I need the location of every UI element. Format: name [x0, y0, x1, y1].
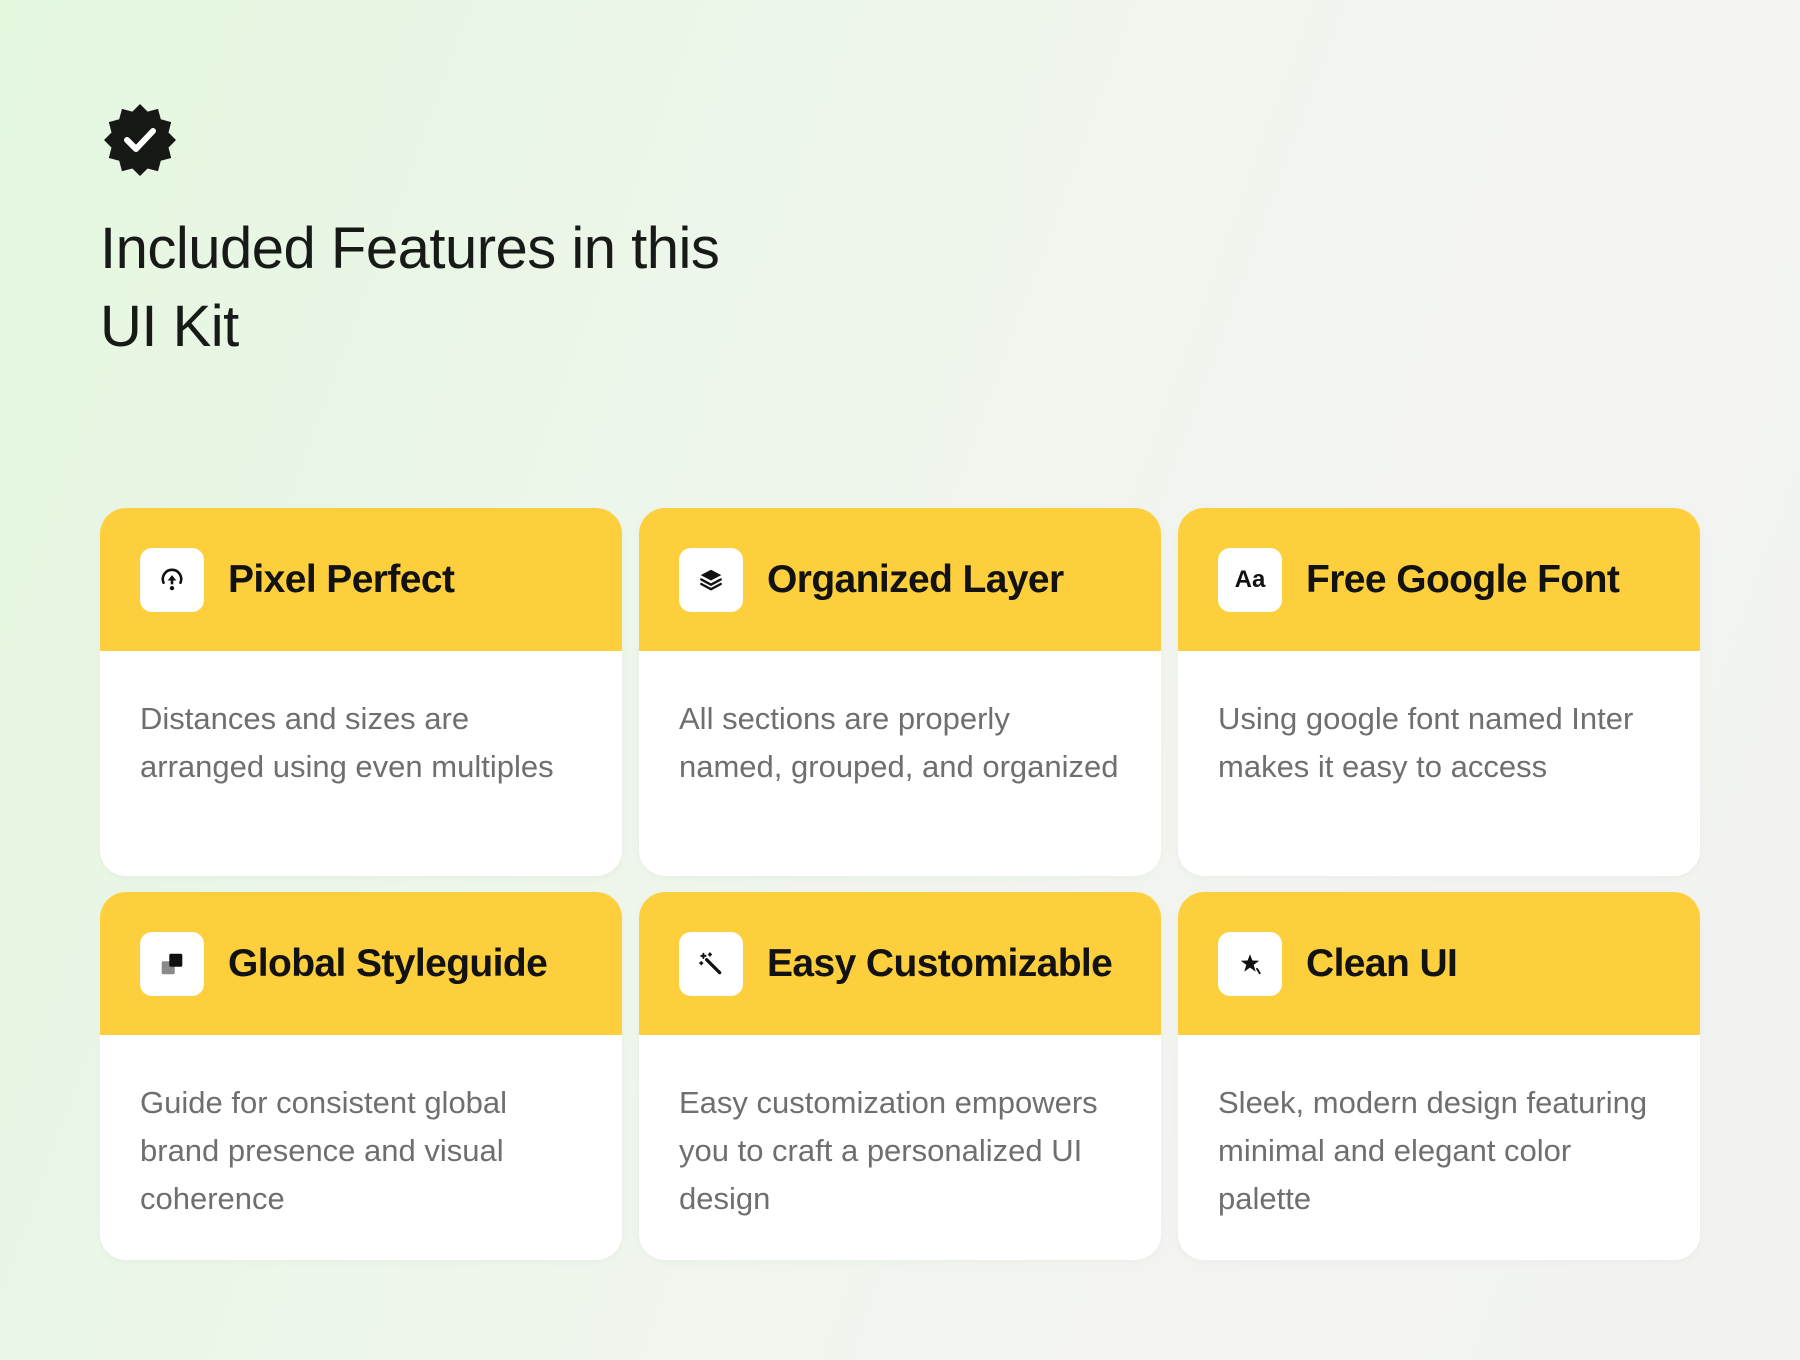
feature-title: Clean UI — [1306, 941, 1458, 985]
feature-title: Organized Layer — [767, 557, 1064, 601]
feature-icon-box — [140, 547, 204, 612]
features-grid: Pixel Perfect Distances and sizes are ar… — [100, 508, 1700, 1260]
feature-card-global-styleguide: Global Styleguide Guide for consistent g… — [100, 892, 622, 1260]
feature-description: All sections are properly named, grouped… — [679, 701, 1119, 784]
feature-icon-box — [1218, 931, 1282, 996]
feature-icon-box — [140, 931, 204, 996]
feature-title: Free Google Font — [1306, 557, 1620, 601]
feature-icon-box — [679, 547, 743, 612]
feature-title: Easy Customizable — [767, 941, 1113, 985]
styleguide-icon — [161, 953, 183, 974]
verified-check-badge-icon — [104, 104, 176, 176]
feature-description: Easy customization empowers you to craft… — [679, 1085, 1098, 1216]
feature-title: Global Styleguide — [228, 941, 548, 985]
feature-icon-box — [679, 931, 743, 996]
feature-card-organized-layer: Organized Layer All sections are properl… — [639, 508, 1161, 876]
feature-card-header: Clean UI — [1178, 892, 1700, 1035]
feature-card-easy-customizable: Easy Customizable Easy customization emp… — [639, 892, 1161, 1260]
pixel-perfect-icon — [161, 568, 183, 590]
feature-icon-box: Aa — [1218, 547, 1282, 612]
feature-card-free-google-font: Aa Free Google Font Using google font na… — [1178, 508, 1700, 876]
feature-card-header: Organized Layer — [639, 508, 1161, 651]
feature-description: Distances and sizes are arranged using e… — [140, 701, 554, 784]
feature-card-header: Aa Free Google Font — [1178, 508, 1700, 651]
feature-description: Using google font named Inter makes it e… — [1218, 701, 1634, 784]
feature-card-header: Easy Customizable — [639, 892, 1161, 1035]
feature-description: Sleek, modern design featuring minimal a… — [1218, 1085, 1648, 1216]
feature-card-pixel-perfect: Pixel Perfect Distances and sizes are ar… — [100, 508, 622, 876]
feature-card-clean-ui: Clean UI Sleek, modern design featuring … — [1178, 892, 1700, 1260]
feature-card-header: Pixel Perfect — [100, 508, 622, 651]
sparkle-icon — [1240, 953, 1261, 974]
feature-title: Pixel Perfect — [228, 557, 455, 601]
layers-icon — [700, 569, 722, 590]
feature-card-header: Global Styleguide — [100, 892, 622, 1035]
page-headline: Included Features in this UI Kit — [100, 216, 720, 359]
feature-description: Guide for consistent global brand presen… — [140, 1085, 508, 1216]
magic-wand-icon — [699, 951, 722, 974]
font-icon: Aa — [1234, 565, 1266, 593]
